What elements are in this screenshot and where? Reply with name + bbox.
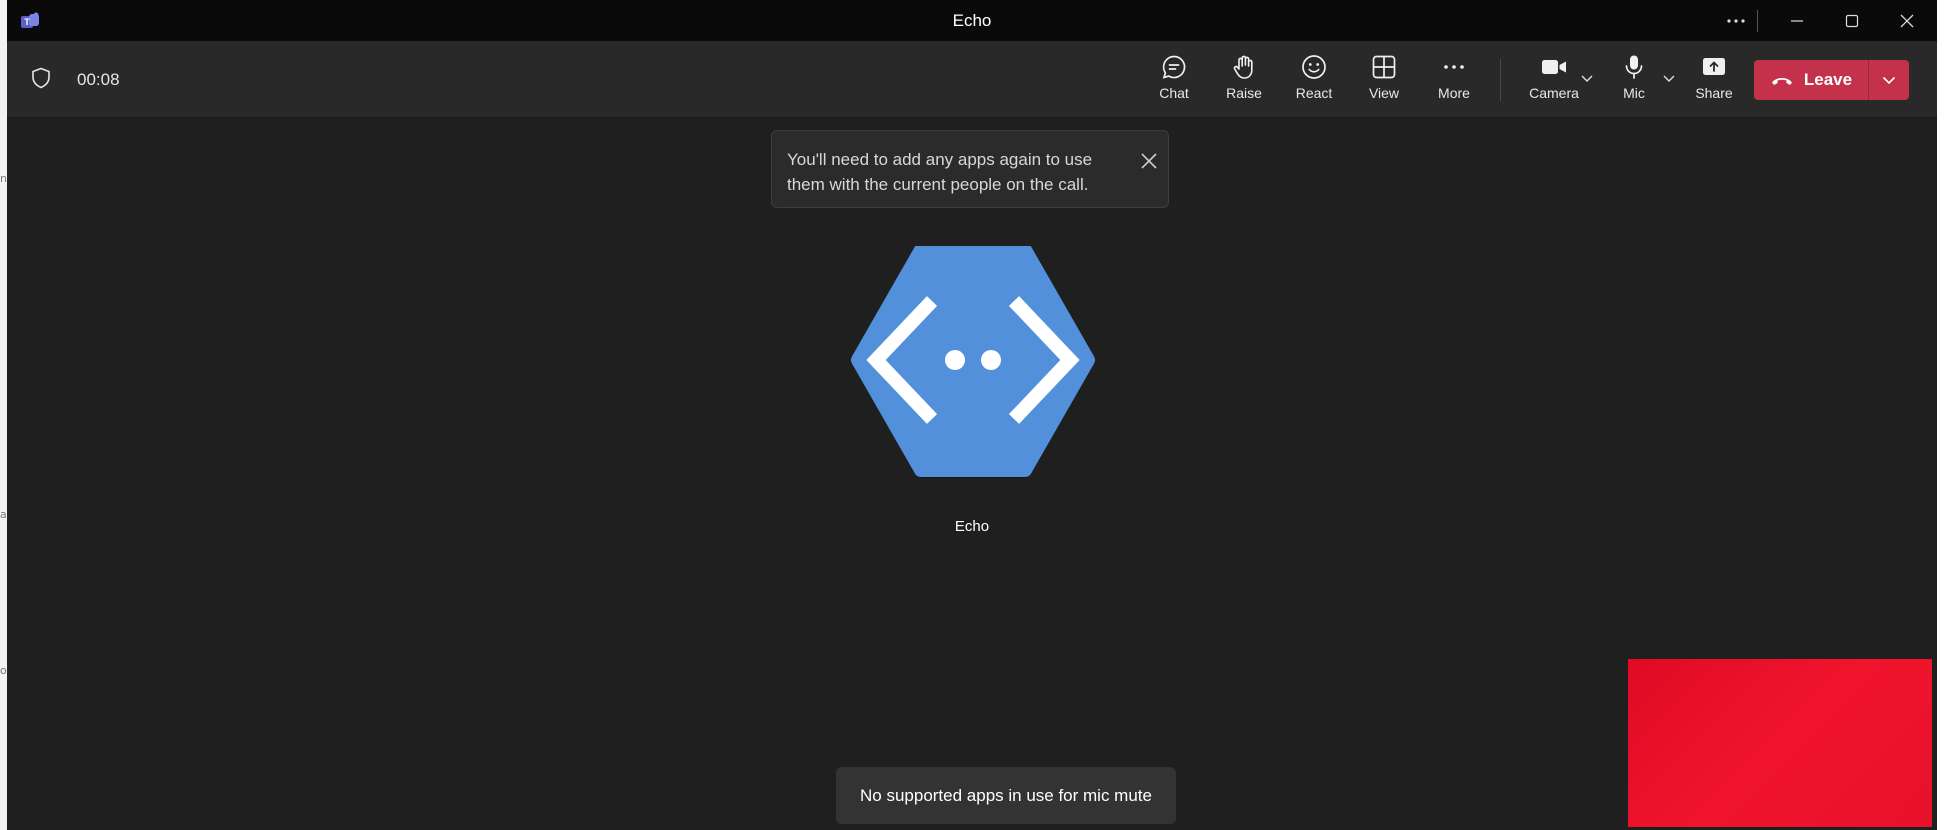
react-button[interactable]: React — [1282, 53, 1346, 109]
view-button[interactable]: View — [1352, 53, 1416, 109]
mic-icon — [1625, 55, 1643, 79]
camera-label: Camera — [1529, 85, 1579, 101]
meeting-window: T Echo 00:08 Chat Raise React View More … — [7, 0, 1937, 830]
participant-name: Echo — [954, 518, 990, 535]
raise-hand-button[interactable]: Raise — [1212, 53, 1276, 109]
leave-button[interactable]: Leave — [1754, 60, 1868, 100]
title-more-button[interactable] — [1710, 0, 1762, 41]
window-title: Echo — [952, 11, 992, 30]
share-label: Share — [1695, 85, 1733, 101]
mic-button[interactable]: Mic — [1602, 53, 1666, 109]
grid-icon — [1372, 55, 1396, 79]
toolbar-divider — [1500, 59, 1501, 101]
react-label: React — [1295, 85, 1333, 101]
close-icon — [1900, 14, 1914, 27]
shield-icon[interactable] — [31, 67, 51, 89]
title-bar: T Echo — [7, 0, 1937, 41]
toast-text: No supported apps in use for mic mute — [860, 785, 1152, 805]
leave-label: Leave — [1803, 70, 1853, 89]
participant-avatar — [851, 246, 1095, 478]
raise-label: Raise — [1226, 85, 1262, 101]
chat-button[interactable]: Chat — [1142, 53, 1206, 109]
minimize-icon — [1791, 19, 1803, 22]
more-button[interactable]: More — [1422, 53, 1486, 109]
ellipsis-icon — [1444, 65, 1464, 69]
call-timer: 00:08 — [77, 70, 120, 89]
background-glyph: o — [0, 664, 7, 677]
maximize-button[interactable] — [1826, 0, 1878, 41]
chevron-down-icon — [1882, 76, 1896, 85]
leave-options-button[interactable] — [1869, 60, 1909, 100]
camera-options-chevron-icon[interactable] — [1580, 71, 1594, 85]
notice-text: You'll need to add any apps again to use… — [787, 150, 1093, 194]
mic-mute-toast: No supported apps in use for mic mute — [836, 767, 1176, 824]
camera-button[interactable]: Camera — [1520, 53, 1588, 109]
share-button[interactable]: Share — [1682, 53, 1746, 109]
background-glyph: a — [0, 508, 7, 521]
mic-label: Mic — [1623, 85, 1645, 101]
close-window-button[interactable] — [1881, 0, 1933, 41]
mic-options-chevron-icon[interactable] — [1662, 71, 1676, 85]
self-video-preview[interactable] — [1628, 659, 1932, 827]
maximize-icon — [1845, 14, 1859, 27]
title-separator — [1757, 10, 1758, 32]
share-icon — [1703, 58, 1725, 75]
view-label: View — [1368, 85, 1400, 101]
more-label: More — [1438, 85, 1470, 101]
meeting-toolbar: 00:08 Chat Raise React View More Camera … — [7, 41, 1937, 118]
ellipsis-icon — [1727, 18, 1745, 23]
minimize-button[interactable] — [1771, 0, 1823, 41]
smile-icon — [1302, 55, 1326, 79]
apps-notice-banner: You'll need to add any apps again to use… — [771, 130, 1169, 208]
close-icon[interactable] — [1140, 152, 1158, 170]
background-glyph: n — [0, 172, 7, 185]
hand-icon — [1233, 55, 1253, 79]
hang-up-icon — [1771, 78, 1792, 85]
camera-icon — [1542, 60, 1566, 74]
leave-button-group: Leave — [1754, 60, 1909, 100]
chat-label: Chat — [1159, 85, 1189, 101]
chat-icon — [1162, 55, 1186, 79]
